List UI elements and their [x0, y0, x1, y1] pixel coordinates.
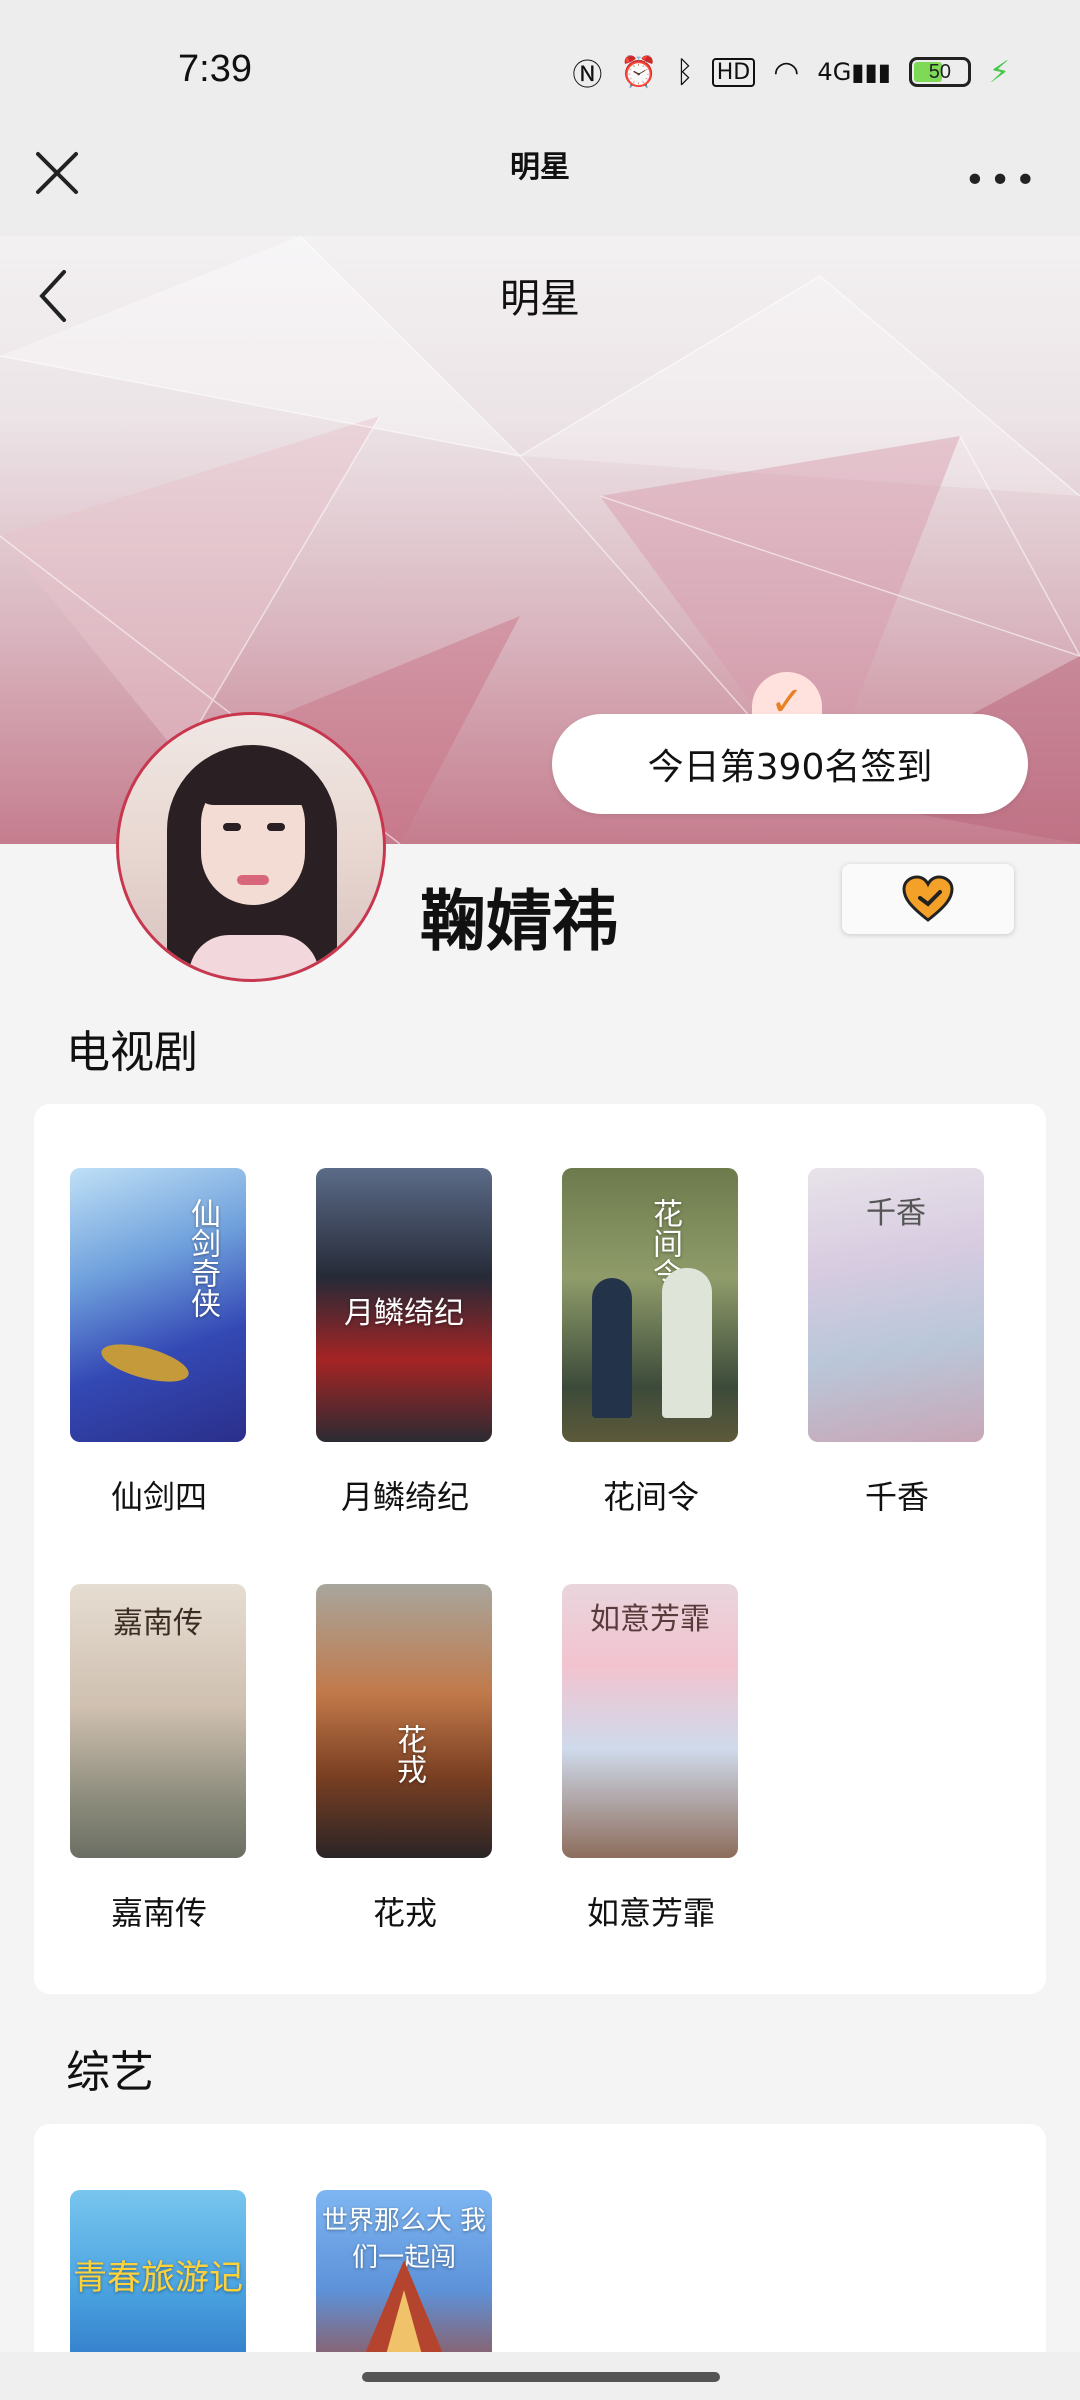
poster-image: 嘉南传	[70, 1584, 246, 1858]
page-title: 明星	[500, 276, 580, 322]
charging-icon: ⚡	[988, 54, 1010, 90]
tv-item[interactable]: 花戎 花戎	[316, 1584, 494, 1934]
nfc-icon: Ⓝ	[572, 58, 603, 93]
poster-image: 花间令	[562, 1168, 738, 1442]
signin-text: 今日第390名签到	[647, 747, 933, 788]
tv-item-label: 花间令	[602, 1478, 699, 1516]
tv-item[interactable]: 嘉南传 嘉南传	[70, 1584, 248, 1934]
wifi-icon: ◠	[773, 54, 800, 90]
tv-item-label: 如意芳霏	[586, 1894, 715, 1932]
alarm-icon: ⏰	[620, 54, 658, 90]
poster-image: 千香	[808, 1168, 984, 1442]
tv-item[interactable]: 千香 千香	[808, 1168, 986, 1518]
bluetooth-icon: ᛒ	[675, 54, 694, 90]
tv-item[interactable]: 如意芳霏 如意芳霏	[562, 1584, 740, 1934]
tv-item-label: 嘉南传	[110, 1894, 207, 1932]
header-title: 明星	[510, 150, 570, 185]
status-icons: Ⓝ ⏰ ᛒ HD ◠ 4G▮▮▮ 50 ⚡	[572, 50, 1010, 94]
status-time: 7:39	[178, 48, 252, 90]
poster-image: 仙剑奇侠	[70, 1168, 246, 1442]
tv-item-label: 月鳞绮纪	[340, 1478, 469, 1516]
section-title-tv: 电视剧	[66, 1027, 198, 1078]
signin-badge[interactable]: 今日第390名签到	[552, 714, 1028, 814]
avatar	[116, 712, 386, 982]
section-title-variety: 综艺	[66, 2047, 154, 2098]
tv-item[interactable]: 仙剑奇侠 仙剑四	[70, 1168, 248, 1518]
poster-image: 月鳞绮纪	[316, 1168, 492, 1442]
poster-image: 花戎	[316, 1584, 492, 1858]
like-button[interactable]	[842, 864, 1014, 934]
heart-icon	[902, 875, 954, 922]
hd-icon: HD	[711, 57, 756, 87]
poster-image: 如意芳霏	[562, 1584, 738, 1858]
tv-item-label: 仙剑四	[110, 1478, 207, 1516]
tv-card: 仙剑奇侠 仙剑四 月鳞绮纪 月鳞绮纪 花间令 花间令 千香 千香 嘉南传 嘉南传…	[34, 1104, 1046, 1994]
tv-item[interactable]: 月鳞绮纪 月鳞绮纪	[316, 1168, 494, 1518]
tv-item[interactable]: 花间令 花间令	[562, 1168, 740, 1518]
more-icon[interactable]: •••	[964, 160, 1040, 201]
tv-item-label: 千香	[864, 1478, 929, 1516]
4g-signal-icon: 4G▮▮▮	[817, 58, 891, 86]
mini-program-header: 明星 •••	[0, 140, 1080, 236]
home-indicator[interactable]	[362, 2372, 720, 2382]
tv-item-label: 花戎	[372, 1894, 437, 1932]
status-bar: 7:39 Ⓝ ⏰ ᛒ HD ◠ 4G▮▮▮ 50 ⚡	[0, 0, 1080, 140]
battery-icon: 50	[908, 57, 971, 87]
star-name: 鞠婧祎	[420, 883, 618, 960]
